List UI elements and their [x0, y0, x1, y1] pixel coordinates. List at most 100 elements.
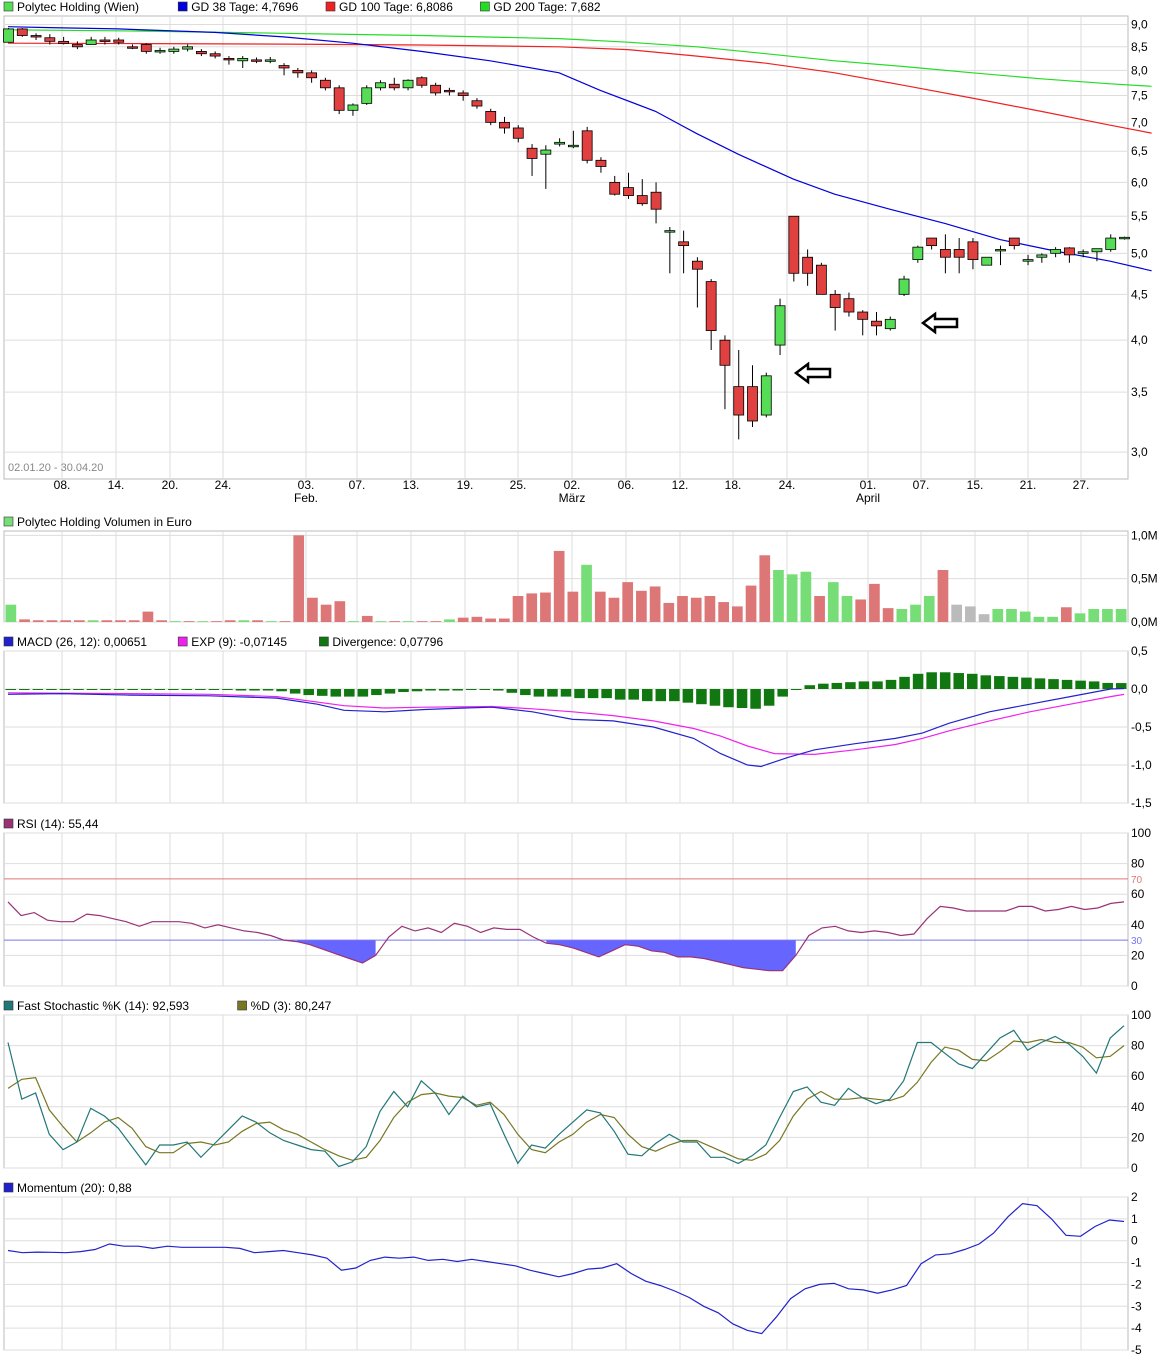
price-y-tick-label: 3,0 [1131, 445, 1148, 459]
volume-bar [60, 620, 72, 622]
momentum-y-tick-label: 2 [1131, 1190, 1138, 1204]
candle-body [333, 87, 345, 111]
candle-body [182, 46, 194, 50]
candle-body [884, 318, 896, 330]
candle-body [430, 84, 442, 94]
candle-body [209, 53, 221, 57]
x-tick-label: 07. [913, 478, 930, 492]
candle-body [1119, 236, 1130, 240]
price-legend-label-2: GD 100 Tage: 6,8086 [339, 0, 453, 14]
x-tick-label: 13. [403, 478, 420, 492]
volume-bar [1102, 609, 1113, 622]
momentum-y-tick-label: -1 [1131, 1256, 1142, 1270]
candle-body [3, 28, 14, 43]
candle-body [595, 159, 607, 167]
candle-body [251, 59, 262, 62]
rsi-level-label-1: 30 [1131, 936, 1143, 947]
momentum-y-tick-label: -5 [1131, 1343, 1142, 1357]
divergence-bar [601, 689, 612, 699]
candle-body [719, 339, 731, 366]
volume-bar [951, 604, 963, 622]
volume-bar [128, 620, 140, 622]
candle-body [195, 51, 207, 55]
divergence-bar [641, 689, 653, 702]
volume-bar [992, 609, 1004, 622]
volume-bar [759, 555, 771, 622]
price-y-tick-label: 4,0 [1131, 333, 1148, 347]
x-tick-label: 02. [564, 478, 581, 492]
candle-body [16, 28, 28, 36]
volume-bar [923, 596, 935, 622]
volume-bar [471, 616, 483, 622]
candle-body [1050, 249, 1062, 254]
divergence-bar [140, 689, 152, 690]
volume-bar [540, 592, 551, 622]
macd-y-tick-label: -1,5 [1131, 796, 1152, 810]
price-y-tick-label: 6,0 [1131, 175, 1148, 189]
price-y-tick-label: 7,5 [1131, 89, 1148, 103]
divergence-bar [926, 672, 937, 689]
candle-body [802, 256, 814, 274]
volume-bar [649, 586, 661, 622]
divergence-bar [438, 689, 450, 691]
volume-bar [553, 550, 565, 622]
candle-body [747, 386, 758, 422]
candle-body [388, 83, 400, 89]
price-y-tick-label: 4,5 [1131, 287, 1148, 301]
candle-body [967, 241, 979, 261]
volume-bar [224, 620, 236, 622]
candle-body [347, 104, 359, 111]
divergence-bar [736, 689, 748, 708]
x-tick-label: 24. [215, 478, 232, 492]
volume-legend: Polytec Holding Volumen in Euro [3, 515, 192, 529]
price-y-tick-label: 3,5 [1131, 385, 1148, 399]
divergence-bar [465, 689, 477, 690]
price-legend-swatch-1 [177, 1, 188, 12]
divergence-bar [858, 681, 870, 689]
divergence-bar [777, 689, 788, 697]
volume-bar [882, 608, 894, 622]
candle-body [939, 249, 951, 258]
divergence-bar [669, 689, 680, 702]
stoch-y-tick-label: 20 [1131, 1130, 1145, 1144]
macd-y-tick-label: -1,0 [1131, 758, 1152, 772]
x-tick-month-label: April [856, 491, 880, 505]
divergence-bar [1061, 679, 1073, 689]
volume-y-tick-label: 1,0M [1131, 528, 1158, 542]
divergence-bar [1048, 679, 1059, 689]
volume-bar [211, 621, 222, 622]
divergence-bar [493, 689, 504, 691]
candle-body [1008, 237, 1020, 247]
divergence-bar [73, 689, 84, 690]
momentum-legend: Momentum (20): 0,88 [3, 1181, 132, 1195]
macd-legend-swatch-0 [3, 636, 14, 647]
x-tick-label: 08. [54, 478, 71, 492]
x-tick-label: 18. [725, 478, 742, 492]
candle-body [857, 311, 869, 320]
volume-bar [773, 570, 784, 622]
momentum-y-tick-label: -4 [1131, 1321, 1142, 1335]
divergence-bar [425, 689, 436, 691]
price-y-tick-label: 5,5 [1131, 209, 1148, 223]
volume-bar [375, 621, 387, 622]
x-tick-label: 12. [672, 478, 689, 492]
volume-bar [1033, 616, 1045, 622]
divergence-bar [289, 689, 301, 694]
x-tick-label: 15. [967, 478, 984, 492]
price-y-tick-label: 8,0 [1131, 63, 1148, 77]
volume-bar [1074, 613, 1086, 622]
volume-bar [115, 620, 126, 622]
price-y-tick-label: 5,0 [1131, 246, 1148, 260]
momentum-y-tick-label: -3 [1131, 1299, 1142, 1313]
candle-body [30, 35, 42, 38]
candle-body [140, 44, 152, 52]
divergence-bar [628, 689, 639, 700]
divergence-bar [506, 689, 518, 693]
candle-body [1105, 237, 1117, 250]
candle-body [485, 111, 497, 123]
volume-bar [937, 570, 949, 622]
volume-bar [512, 596, 524, 622]
macd-legend: MACD (26, 12): 0,00651 EXP (9): -0,07145 D… [3, 635, 443, 649]
candle-body [71, 44, 83, 48]
candle-body [416, 77, 428, 86]
